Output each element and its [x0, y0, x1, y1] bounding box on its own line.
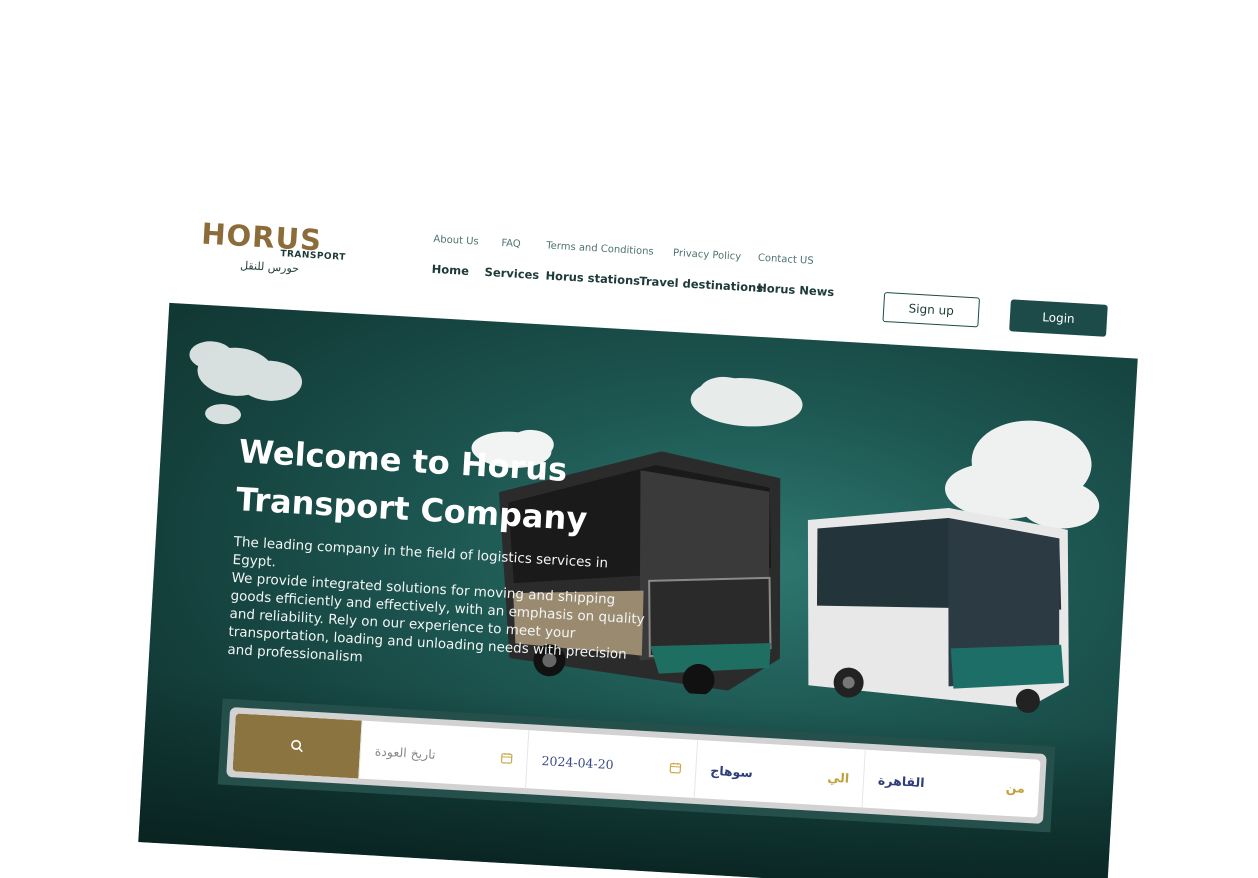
origin-field[interactable]: القاهرة من — [861, 749, 1041, 818]
nav-contact[interactable]: Contact US — [758, 253, 814, 267]
nav-about-us[interactable]: About Us — [433, 234, 479, 248]
origin-label: من — [1005, 779, 1026, 796]
return-date-placeholder: تاريخ العودة — [374, 742, 437, 762]
website-card: HORUS TRANSPORT حورس للنقل About Us FAQ … — [138, 205, 1138, 878]
calendar-icon — [669, 762, 682, 774]
nav-travel-destinations[interactable]: Travel destinations — [639, 274, 763, 295]
nav-horus-news[interactable]: Horus News — [757, 281, 835, 299]
horus-logo[interactable]: HORUS TRANSPORT حورس للنقل — [199, 217, 352, 286]
trip-search-form: تاريخ العودة 2024-04-20 سوهاج الي القاهر… — [232, 713, 1041, 818]
departure-date-value: 2024-04-20 — [541, 752, 615, 772]
calendar-icon — [500, 752, 513, 764]
departure-date-field[interactable]: 2024-04-20 — [525, 730, 698, 798]
nav-horus-stations[interactable]: Horus stations — [545, 268, 640, 287]
login-button[interactable]: Login — [1009, 299, 1108, 337]
secondary-nav: About Us FAQ Terms and Conditions Privac… — [433, 234, 814, 267]
search-button[interactable] — [232, 713, 362, 779]
cloud-image — [690, 376, 803, 427]
signup-button[interactable]: Sign up — [882, 291, 981, 328]
destination-value: سوهاج — [709, 762, 754, 780]
nav-terms[interactable]: Terms and Conditions — [546, 240, 654, 257]
trip-search-panel: تاريخ العودة 2024-04-20 سوهاج الي القاهر… — [217, 698, 1056, 833]
hero-description: The leading company in the field of logi… — [227, 533, 654, 683]
coach-bus-image — [807, 508, 1069, 713]
nav-home[interactable]: Home — [431, 262, 469, 278]
destination-label: الي — [827, 769, 850, 786]
return-date-field[interactable]: تاريخ العودة — [358, 720, 529, 789]
screenshot-stage: HORUS TRANSPORT حورس للنقل About Us FAQ … — [0, 0, 1258, 878]
trip-search-frame: تاريخ العودة 2024-04-20 سوهاج الي القاهر… — [226, 707, 1047, 824]
hero-banner: Welcome to Horus Transport Company The l… — [138, 302, 1138, 878]
origin-value: القاهرة — [877, 771, 925, 790]
nav-faq[interactable]: FAQ — [501, 238, 521, 250]
cloud-image — [189, 341, 303, 425]
nav-services[interactable]: Services — [484, 265, 539, 282]
search-icon — [291, 739, 303, 753]
destination-field[interactable]: سوهاج الي — [693, 739, 865, 808]
nav-privacy[interactable]: Privacy Policy — [673, 248, 742, 263]
